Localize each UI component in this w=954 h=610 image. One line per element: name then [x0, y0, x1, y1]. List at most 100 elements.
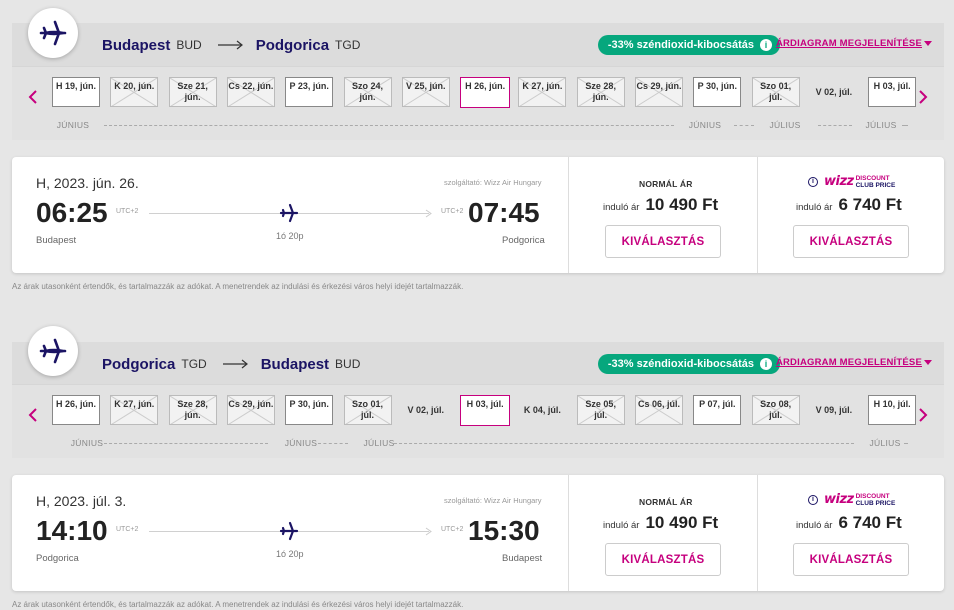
next-dates-chevron-icon[interactable] [914, 87, 932, 107]
arrival-city: Budapest [502, 553, 543, 564]
operator: szolgáltató: Wizz Air Hungary [444, 178, 542, 187]
destination-code: TGD [335, 38, 361, 52]
date-option-label: V 25, jún. [406, 81, 446, 91]
info-icon[interactable]: i [808, 176, 818, 187]
date-option[interactable]: P 30, jún. [285, 395, 334, 425]
date-option[interactable]: K 27, jún. [110, 395, 159, 425]
discount-price: 6 740 Ft [838, 513, 902, 532]
date-option[interactable]: Szo 01, júl. [751, 77, 800, 107]
date-option[interactable]: H 26, jún. [460, 77, 511, 108]
flight-duration: 1ó 20p [276, 549, 304, 559]
date-option-label: P 30, jún. [697, 81, 737, 91]
date-option-label: H 19, jún. [55, 81, 96, 91]
month-label: JÚLIUS [363, 438, 395, 448]
date-option[interactable]: Sze 21, jún. [168, 77, 217, 107]
date-option[interactable]: H 19, jún. [52, 77, 100, 107]
price-chart-link[interactable]: ÁRDIAGRAM MEGJELENÍTÉSE [776, 38, 932, 49]
date-option[interactable]: P 30, jún. [693, 77, 742, 107]
select-discount-fare-button[interactable]: KIVÁLASZTÁS [793, 225, 909, 258]
date-option[interactable]: K 04, júl. [518, 395, 566, 425]
date-option[interactable]: Szo 01, júl. [343, 395, 392, 425]
co2-badge[interactable]: -33% széndioxid-kibocsátás i [597, 354, 780, 374]
prev-dates-chevron-icon[interactable] [24, 405, 42, 425]
date-option[interactable]: H 03, júl. [460, 395, 511, 426]
date-option[interactable]: V 09, júl. [810, 395, 858, 425]
month-label: JÚLIUS [769, 120, 801, 130]
date-option-label: K 27, jún. [114, 399, 155, 409]
departure-city: Budapest [36, 235, 77, 246]
caret-down-icon [924, 359, 932, 365]
wizz-logo: wizz [824, 492, 854, 507]
next-dates-chevron-icon[interactable] [914, 405, 932, 425]
price-chart-link[interactable]: ÁRDIAGRAM MEGJELENÍTÉSE [776, 357, 932, 368]
date-option-label: Szo 01, júl. [351, 399, 383, 420]
route-arrow-icon [217, 40, 244, 50]
outbound-section: Budapest BUD Podgorica TGD -33% széndiox… [0, 0, 954, 300]
divider [568, 475, 569, 591]
date-option[interactable]: Szo 24, jún. [343, 77, 392, 107]
date-option[interactable]: Cs 29, jún. [226, 395, 275, 425]
wizz-discount-club-logo: wizz DISCOUNT CLUB PRICE [824, 492, 895, 507]
date-option-label: H 26, jún. [55, 399, 96, 409]
month-divider-line [394, 443, 854, 444]
discount-price-row: induló ár 6 740 Ft [796, 195, 902, 215]
date-option[interactable]: Cs 29, jún. [635, 77, 683, 107]
date-option[interactable]: Sze 28, jún. [168, 395, 217, 425]
date-option[interactable]: Cs 22, jún. [226, 77, 275, 107]
origin-code: TGD [181, 357, 207, 371]
caret-down-icon [924, 40, 932, 46]
date-option[interactable]: P 07, júl. [693, 395, 742, 425]
price-chart-label: ÁRDIAGRAM MEGJELENÍTÉSE [775, 38, 922, 49]
date-option[interactable]: V 02, júl. [402, 395, 450, 425]
select-discount-fare-button[interactable]: KIVÁLASZTÁS [793, 543, 909, 576]
date-selector: H 26, jún. K 27, jún. Sze 28, jún. Cs 29, j… [12, 384, 944, 458]
wizz-discount-club-logo: wizz DISCOUNT CLUB PRICE [824, 174, 895, 189]
month-label: JÚNIUS [56, 120, 90, 130]
departure-utc: UTC+2 [116, 208, 139, 215]
date-option-label: Sze 05, júl. [585, 399, 616, 420]
from-label: induló ár [603, 202, 640, 213]
select-normal-fare-button[interactable]: KIVÁLASZTÁS [605, 225, 721, 258]
airplane-logo-icon [28, 8, 78, 58]
co2-badge[interactable]: -33% széndioxid-kibocsátás i [597, 35, 780, 55]
route-header: Podgorica TGD Budapest BUD -33% széndiox… [12, 342, 944, 386]
normal-price: 10 490 Ft [645, 513, 719, 532]
date-option[interactable]: Sze 28, jún. [576, 77, 625, 107]
date-option[interactable]: H 26, jún. [52, 395, 100, 425]
date-option[interactable]: H 03, júl. [868, 77, 917, 107]
date-option-label: H 26, jún. [465, 81, 506, 91]
arrival-time: 15:30 [468, 515, 540, 546]
departure-city: Podgorica [36, 553, 79, 564]
month-label: JÚLIUS [869, 438, 901, 448]
route: Budapest BUD Podgorica TGD [102, 23, 364, 67]
date-option-label: Sze 28, jún. [177, 399, 208, 420]
footnote: Az árak utasonként értendők, és tartalma… [12, 282, 464, 291]
date-option[interactable]: P 23, jún. [285, 77, 334, 107]
date-option-label: H 10, júl. [873, 399, 911, 409]
date-option[interactable]: K 20, jún. [110, 77, 159, 107]
select-normal-fare-button[interactable]: KIVÁLASZTÁS [605, 543, 721, 576]
destination-code: BUD [335, 357, 361, 371]
date-option[interactable]: Cs 06, júl. [635, 395, 683, 425]
normal-fare-label: NORMÁL ÁR [639, 179, 693, 189]
info-icon[interactable]: i [760, 358, 772, 370]
divider [757, 475, 758, 591]
info-icon[interactable]: i [760, 39, 772, 51]
info-icon[interactable]: i [808, 494, 818, 505]
prev-dates-chevron-icon[interactable] [24, 87, 42, 107]
divider [757, 157, 758, 273]
date-option[interactable]: H 10, júl. [868, 395, 917, 425]
date-option-label: Sze 21, jún. [177, 81, 208, 102]
date-option[interactable]: Sze 05, júl. [576, 395, 625, 425]
date-option-label: Szo 24, jún. [351, 81, 383, 102]
normal-price-row: induló ár 10 490 Ft [603, 513, 718, 533]
date-option[interactable]: V 02, júl. [810, 77, 858, 107]
date-option[interactable]: V 25, jún. [401, 77, 450, 107]
flight-duration: 1ó 20p [276, 231, 304, 241]
date-option[interactable]: K 27, jún. [518, 77, 567, 107]
date-option[interactable]: Szo 08, júl. [751, 395, 800, 425]
date-option-label: H 03, júl. [466, 399, 504, 409]
flight-card: H, 2023. jún. 26. szolgáltató: Wizz Air … [12, 157, 944, 273]
discount-text: DISCOUNT [855, 492, 890, 500]
date-selector: H 19, jún. K 20, jún. Sze 21, jún. Cs 22, j… [12, 66, 944, 140]
